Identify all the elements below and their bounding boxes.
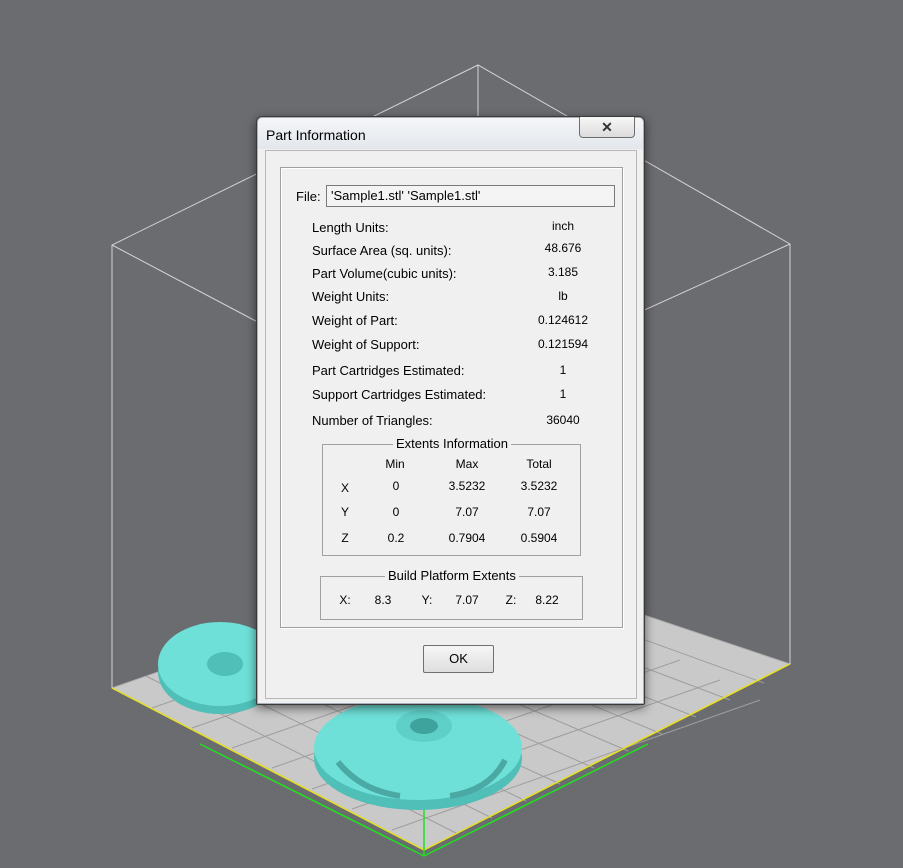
platform-y-value: 7.07 bbox=[455, 593, 479, 607]
info-panel: File: 'Sample1.stl' 'Sample1.stl' Length… bbox=[280, 167, 623, 628]
build-platform-extents-group: Build Platform Extents X: 8.3 Y: 7.07 Z:… bbox=[320, 568, 583, 620]
dialog-content: File: 'Sample1.stl' 'Sample1.stl' Length… bbox=[265, 150, 637, 699]
extents-row-min: 0 bbox=[392, 505, 400, 519]
extents-row-total: 0.5904 bbox=[520, 531, 558, 545]
part-volume-label: Part Volume(cubic units): bbox=[312, 266, 457, 281]
extents-row-axis: Y bbox=[340, 505, 349, 519]
extents-row-axis: Z bbox=[341, 531, 349, 545]
extents-row-total: 3.5232 bbox=[520, 479, 558, 493]
extents-row-axis: X bbox=[340, 481, 349, 495]
extents-information-group: Extents Information Min Max Total X 0 3.… bbox=[322, 436, 581, 556]
extents-row-min: 0.2 bbox=[387, 531, 405, 545]
extents-row-min: 0 bbox=[392, 479, 400, 493]
extents-row-max: 3.5232 bbox=[448, 479, 486, 493]
dialog-titlebar[interactable]: Part Information ✕ bbox=[258, 117, 643, 149]
weight-units-value: lb bbox=[558, 289, 568, 303]
surface-area-label: Surface Area (sq. units): bbox=[312, 243, 452, 258]
extents-header-max: Max bbox=[455, 457, 479, 471]
part-information-dialog: Part Information ✕ File: 'Sample1.stl' '… bbox=[256, 116, 645, 705]
extents-header-total: Total bbox=[526, 457, 552, 471]
platform-x-label: X: bbox=[339, 593, 351, 607]
part-wheel-right[interactable] bbox=[314, 696, 522, 810]
weight-of-part-label: Weight of Part: bbox=[312, 313, 398, 328]
surface-area-value: 48.676 bbox=[544, 241, 582, 255]
platform-y-label: Y: bbox=[421, 593, 433, 607]
weight-of-support-label: Weight of Support: bbox=[312, 337, 420, 352]
triangles-label: Number of Triangles: bbox=[312, 413, 433, 428]
extents-header-min: Min bbox=[385, 457, 405, 471]
extents-row-total: 7.07 bbox=[527, 505, 551, 519]
weight-units-label: Weight Units: bbox=[312, 289, 390, 304]
extents-information-title: Extents Information bbox=[393, 436, 511, 451]
platform-z-label: Z: bbox=[505, 593, 517, 607]
extents-row-max: 0.7904 bbox=[448, 531, 486, 545]
build-platform-extents-title: Build Platform Extents bbox=[385, 568, 519, 583]
support-cartridges-value: 1 bbox=[559, 387, 567, 401]
part-cartridges-value: 1 bbox=[559, 363, 567, 377]
ok-button[interactable]: OK bbox=[423, 645, 494, 673]
close-button[interactable]: ✕ bbox=[579, 117, 635, 138]
triangles-value: 36040 bbox=[546, 413, 580, 427]
support-cartridges-label: Support Cartridges Estimated: bbox=[312, 387, 487, 402]
close-icon: ✕ bbox=[601, 119, 613, 135]
platform-z-value: 8.22 bbox=[535, 593, 559, 607]
file-label: File: bbox=[296, 189, 321, 204]
file-field[interactable]: 'Sample1.stl' 'Sample1.stl' bbox=[326, 185, 615, 207]
weight-of-part-value: 0.124612 bbox=[537, 313, 589, 327]
length-units-label: Length Units: bbox=[312, 220, 389, 235]
dialog-title: Part Information bbox=[266, 127, 366, 143]
extents-row-max: 7.07 bbox=[455, 505, 479, 519]
platform-x-value: 8.3 bbox=[374, 593, 392, 607]
length-units-value: inch bbox=[551, 219, 574, 233]
part-cartridges-label: Part Cartridges Estimated: bbox=[312, 363, 465, 378]
part-volume-value: 3.185 bbox=[547, 265, 579, 279]
weight-of-support-value: 0.121594 bbox=[537, 337, 589, 351]
